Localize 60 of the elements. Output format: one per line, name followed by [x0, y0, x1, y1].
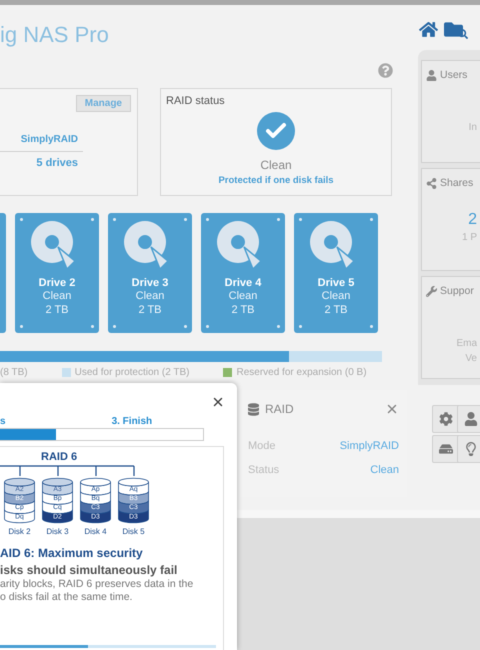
step-label[interactable]: s [0, 416, 6, 428]
users-icon [426, 70, 437, 80]
legend-label: Used for protection (2 TB) [74, 366, 190, 379]
disk-label: Disk 3 [46, 527, 69, 537]
check-icon [257, 112, 295, 150]
drive-status: Clean [42, 290, 72, 303]
drive-status: Clean [228, 290, 258, 303]
drive-tile[interactable]: Drive 4 Clean 2 TB [201, 213, 285, 333]
drive-status: Clean [136, 290, 164, 303]
legend-label: Reserved for expansion (0 B) [236, 366, 367, 379]
shares-icon [426, 178, 437, 188]
panel-title: RAID [265, 401, 294, 418]
lightbulb-icon[interactable] [457, 435, 480, 463]
drive-name: Drive 2 [38, 277, 76, 290]
drive-size: 2 TB [324, 303, 348, 317]
disk-label: Disk 2 [8, 527, 31, 537]
drive-size: 2 TB [138, 303, 162, 317]
close-icon[interactable] [211, 395, 225, 409]
panel-value: 2 [468, 210, 477, 230]
panel-title: Users [440, 68, 468, 82]
field-label: Mode [248, 439, 276, 453]
raid-heading: AID 6: Maximum security [0, 546, 144, 561]
drive-status: Clean [322, 290, 350, 303]
folder-search-icon[interactable] [444, 20, 468, 39]
drive-size: 2 TB [231, 303, 255, 317]
protection-note: Protected if one disk fails [218, 175, 334, 187]
settings-icon[interactable] [432, 405, 460, 433]
support-icon [426, 286, 437, 296]
card-title: RAID status [166, 94, 226, 108]
field-value: SimplyRAID [340, 439, 399, 453]
drive-name: Drive 5 [318, 277, 354, 290]
legend-swatch [62, 368, 71, 377]
field-value: Clean [370, 463, 399, 477]
app-title: ig NAS Pro [0, 21, 109, 49]
drive-tile[interactable]: Drive 5 Clean 2 TB [294, 213, 378, 333]
status-text: Clean [260, 158, 292, 172]
panel-title: Shares [440, 176, 474, 190]
home-icon[interactable] [419, 20, 438, 39]
field-label: Status [248, 463, 280, 477]
user-icon[interactable] [457, 405, 480, 433]
drive-tile[interactable]: Drive 3 Clean 2 TB [108, 213, 192, 333]
drive-tile[interactable] [0, 213, 6, 333]
legend-swatch [223, 368, 232, 377]
drive-name: Drive 3 [132, 277, 168, 290]
step-label[interactable]: 3. Finish [112, 416, 152, 428]
drive-icon[interactable] [432, 435, 460, 463]
manage-button[interactable]: Manage [76, 95, 131, 112]
raid-description: arity blocks, RAID 6 preserves data in the o disks fail at the same time. [0, 578, 194, 604]
drive-name: Drive 4 [224, 277, 262, 290]
legend-label: (8 TB) [0, 366, 28, 379]
drive-count: 5 drives [36, 156, 79, 170]
panel-title: Suppor [440, 284, 474, 298]
disk-label: Disk 5 [122, 527, 145, 537]
disk-label: Disk 4 [84, 527, 107, 537]
raid-subheading: isks should simultaneously fail [0, 563, 178, 578]
drive-tile[interactable]: Drive 2 Clean 2 TB [15, 213, 99, 333]
drive-size: 2 TB [45, 303, 69, 317]
database-icon [248, 402, 259, 416]
help-icon[interactable] [378, 63, 393, 78]
raid-mode: SimplyRAID [20, 133, 79, 147]
